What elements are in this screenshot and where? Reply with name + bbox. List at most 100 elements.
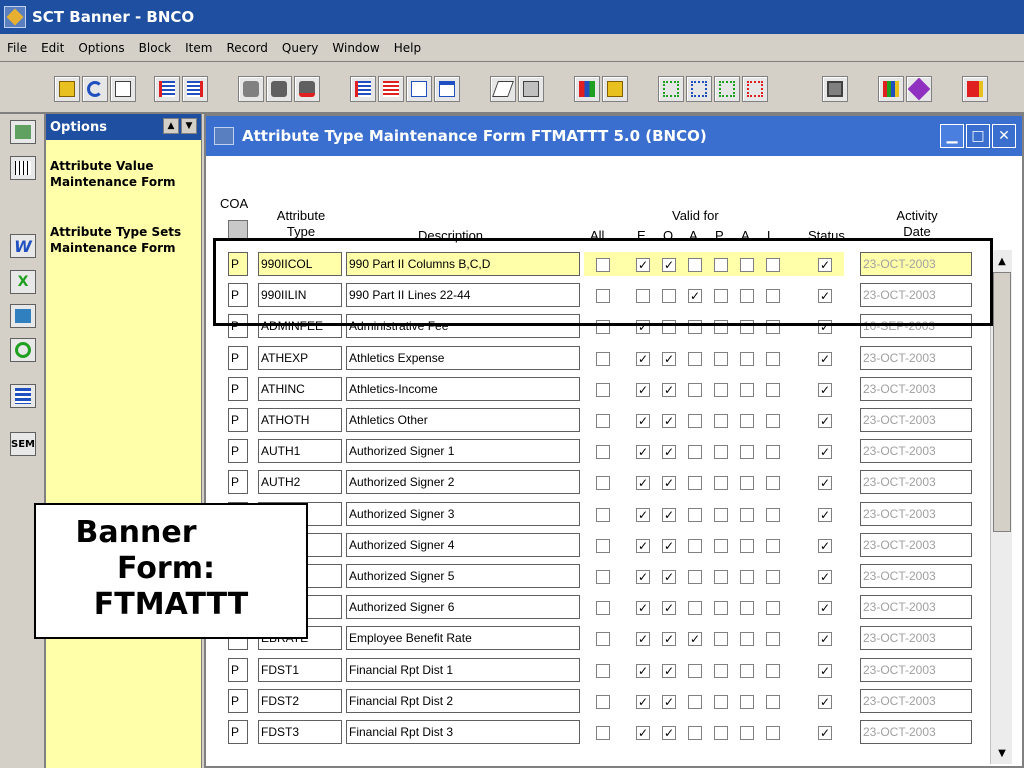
monitor-strip-icon[interactable] bbox=[10, 304, 36, 328]
valid-for-checkbox[interactable] bbox=[714, 570, 728, 584]
valid-for-checkbox[interactable] bbox=[766, 539, 780, 553]
description-field[interactable]: Authorized Signer 1 bbox=[346, 439, 580, 463]
valid-for-checkbox[interactable]: ✓ bbox=[636, 414, 650, 428]
status-checkbox[interactable]: ✓ bbox=[818, 632, 832, 646]
menu-help[interactable]: Help bbox=[387, 41, 428, 55]
valid-for-checkbox[interactable]: ✓ bbox=[662, 539, 676, 553]
valid-for-checkbox[interactable] bbox=[688, 383, 702, 397]
rollback-button[interactable] bbox=[82, 76, 108, 102]
coa-field[interactable]: P bbox=[228, 470, 248, 494]
all-checkbox[interactable] bbox=[596, 383, 610, 397]
valid-for-checkbox[interactable] bbox=[766, 445, 780, 459]
edit-button[interactable] bbox=[490, 76, 516, 102]
valid-for-checkbox[interactable]: ✓ bbox=[636, 695, 650, 709]
all-checkbox[interactable] bbox=[596, 664, 610, 678]
status-checkbox[interactable]: ✓ bbox=[818, 570, 832, 584]
description-field[interactable]: Employee Benefit Rate bbox=[346, 626, 580, 650]
description-field[interactable]: Athletics-Income bbox=[346, 377, 580, 401]
options-scroll-down-button[interactable]: ▼ bbox=[181, 118, 197, 134]
valid-for-checkbox[interactable] bbox=[688, 539, 702, 553]
valid-for-checkbox[interactable] bbox=[714, 632, 728, 646]
valid-for-checkbox[interactable] bbox=[688, 601, 702, 615]
all-checkbox[interactable] bbox=[596, 601, 610, 615]
menu-query[interactable]: Query bbox=[275, 41, 325, 55]
description-field[interactable]: Athletics Other bbox=[346, 408, 580, 432]
valid-for-checkbox[interactable] bbox=[766, 726, 780, 740]
all-checkbox[interactable] bbox=[596, 632, 610, 646]
cancel-query-button[interactable] bbox=[294, 76, 320, 102]
tree-expand-button[interactable] bbox=[714, 76, 740, 102]
calendar-strip-icon[interactable] bbox=[10, 156, 36, 180]
maximize-button[interactable]: □ bbox=[966, 124, 990, 148]
status-checkbox[interactable]: ✓ bbox=[818, 601, 832, 615]
valid-for-checkbox[interactable] bbox=[688, 570, 702, 584]
valid-for-checkbox[interactable] bbox=[740, 726, 754, 740]
valid-for-checkbox[interactable] bbox=[714, 476, 728, 490]
valid-for-checkbox[interactable] bbox=[688, 726, 702, 740]
valid-for-checkbox[interactable] bbox=[688, 695, 702, 709]
valid-for-checkbox[interactable] bbox=[714, 726, 728, 740]
valid-for-checkbox[interactable] bbox=[740, 664, 754, 678]
help-button[interactable] bbox=[906, 76, 932, 102]
scroll-up-arrow[interactable]: ▲ bbox=[993, 252, 1011, 270]
valid-for-checkbox[interactable] bbox=[766, 570, 780, 584]
valid-for-checkbox[interactable] bbox=[740, 445, 754, 459]
menu-record[interactable]: Record bbox=[219, 41, 274, 55]
description-field[interactable]: Authorized Signer 5 bbox=[346, 564, 580, 588]
description-field[interactable]: Authorized Signer 6 bbox=[346, 595, 580, 619]
valid-for-checkbox[interactable] bbox=[766, 601, 780, 615]
valid-for-checkbox[interactable] bbox=[714, 414, 728, 428]
attribute-type-field[interactable]: ATHOTH bbox=[258, 408, 342, 432]
close-button[interactable]: ✕ bbox=[992, 124, 1016, 148]
valid-for-checkbox[interactable] bbox=[740, 414, 754, 428]
valid-for-checkbox[interactable] bbox=[688, 508, 702, 522]
coa-field[interactable]: P bbox=[228, 439, 248, 463]
calculator-strip-icon[interactable] bbox=[10, 120, 36, 144]
valid-for-checkbox[interactable] bbox=[740, 570, 754, 584]
sem-strip-icon[interactable]: SEM bbox=[10, 432, 36, 456]
valid-for-checkbox[interactable] bbox=[766, 695, 780, 709]
all-checkbox[interactable] bbox=[596, 352, 610, 366]
description-field[interactable]: Financial Rpt Dist 3 bbox=[346, 720, 580, 744]
valid-for-checkbox[interactable] bbox=[766, 508, 780, 522]
valid-for-checkbox[interactable]: ✓ bbox=[662, 383, 676, 397]
valid-for-checkbox[interactable]: ✓ bbox=[662, 726, 676, 740]
tree-remove-button[interactable] bbox=[742, 76, 768, 102]
all-checkbox[interactable] bbox=[596, 445, 610, 459]
all-checkbox[interactable] bbox=[596, 476, 610, 490]
options-scroll-up-button[interactable]: ▲ bbox=[163, 118, 179, 134]
coa-field[interactable]: P bbox=[228, 689, 248, 713]
coa-field[interactable]: P bbox=[228, 346, 248, 370]
description-field[interactable]: Authorized Signer 2 bbox=[346, 470, 580, 494]
all-checkbox[interactable] bbox=[596, 695, 610, 709]
valid-for-checkbox[interactable]: ✓ bbox=[636, 601, 650, 615]
valid-for-checkbox[interactable] bbox=[766, 476, 780, 490]
status-checkbox[interactable]: ✓ bbox=[818, 445, 832, 459]
menu-edit[interactable]: Edit bbox=[34, 41, 71, 55]
valid-for-checkbox[interactable]: ✓ bbox=[662, 414, 676, 428]
word-strip-icon[interactable]: W bbox=[10, 234, 36, 258]
status-checkbox[interactable]: ✓ bbox=[818, 726, 832, 740]
valid-for-checkbox[interactable] bbox=[714, 508, 728, 522]
valid-for-checkbox[interactable] bbox=[688, 664, 702, 678]
status-checkbox[interactable]: ✓ bbox=[818, 383, 832, 397]
all-checkbox[interactable] bbox=[596, 726, 610, 740]
option-attribute-type-sets-form[interactable]: Attribute Type Sets Maintenance Form bbox=[50, 224, 198, 256]
valid-for-checkbox[interactable]: ✓ bbox=[662, 632, 676, 646]
duplicate-record-button[interactable] bbox=[406, 76, 432, 102]
valid-for-checkbox[interactable] bbox=[766, 414, 780, 428]
valid-for-checkbox[interactable] bbox=[740, 601, 754, 615]
attribute-type-field[interactable]: FDST2 bbox=[258, 689, 342, 713]
valid-for-checkbox[interactable] bbox=[714, 664, 728, 678]
valid-for-checkbox[interactable] bbox=[714, 383, 728, 397]
valid-for-checkbox[interactable]: ✓ bbox=[662, 601, 676, 615]
all-checkbox[interactable] bbox=[596, 414, 610, 428]
next-block-button[interactable] bbox=[182, 76, 208, 102]
valid-for-checkbox[interactable] bbox=[688, 476, 702, 490]
valid-for-checkbox[interactable] bbox=[688, 414, 702, 428]
valid-for-checkbox[interactable] bbox=[688, 352, 702, 366]
menu-file[interactable]: File bbox=[0, 41, 34, 55]
valid-for-checkbox[interactable]: ✓ bbox=[662, 570, 676, 584]
coa-field[interactable]: P bbox=[228, 408, 248, 432]
valid-for-checkbox[interactable]: ✓ bbox=[636, 508, 650, 522]
